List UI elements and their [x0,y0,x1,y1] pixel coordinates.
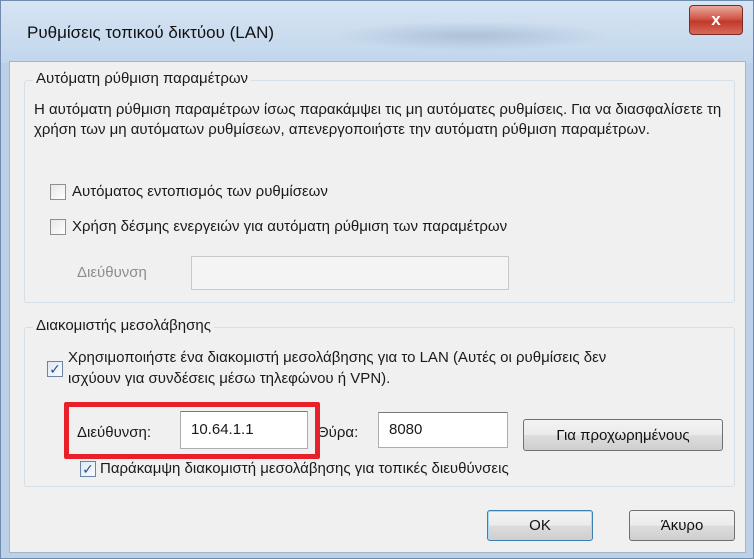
proxy-legend: Διακομιστής μεσολάβησης [33,317,214,334]
auto-detect-label[interactable]: Αυτόματος εντοπισμός των ρυθμίσεων [72,183,328,200]
title-bar-glass [331,21,611,51]
use-proxy-label-line2[interactable]: ισχύουν για συνδέσεις μέσω τηλεφώνου ή V… [68,370,390,387]
title-bar: Ρυθμίσεις τοπικού δικτύου (LAN) x [1,1,753,63]
auto-config-legend: Αυτόματη ρύθμιση παραμέτρων [33,70,252,87]
address-highlight [64,402,320,459]
advanced-button[interactable]: Για προχωρημένους [523,419,723,451]
dialog-body: Αυτόματη ρύθμιση παραμέτρων Η αυτόματη ρ… [9,61,746,553]
lan-settings-dialog: Ρυθμίσεις τοπικού δικτύου (LAN) x Αυτόμα… [0,0,754,559]
ok-button[interactable]: OK [487,510,593,541]
script-address-label: Διεύθυνση [77,264,147,281]
cancel-button[interactable]: Άκυρο [629,510,735,541]
use-script-checkbox[interactable] [50,219,66,235]
use-proxy-checkbox[interactable]: ✓ [47,361,63,377]
dialog-title: Ρυθμίσεις τοπικού δικτύου (LAN) [27,23,275,42]
checkmark-icon: ✓ [82,461,94,477]
auto-detect-checkbox[interactable] [50,184,66,200]
auto-config-description: Η αυτόματη ρύθμιση παραμέτρων ίσως παρακ… [34,101,722,138]
script-address-input[interactable] [191,256,509,290]
close-button[interactable]: x [689,5,743,35]
bypass-local-label[interactable]: Παράκαμψη διακομιστή μεσολάβησης για τοπ… [100,460,509,477]
checkmark-icon: ✓ [49,361,61,377]
bypass-local-checkbox[interactable]: ✓ [80,461,96,477]
proxy-port-label: Θύρα: [317,424,359,441]
use-script-label[interactable]: Χρήση δέσμης ενεργειών για αυτόματη ρύθμ… [72,218,507,235]
close-icon: x [711,10,721,29]
use-proxy-label-line1[interactable]: Χρησιμοποιήστε ένα διακομιστή μεσολάβηση… [68,349,606,366]
proxy-port-input[interactable]: 8080 [378,412,508,448]
